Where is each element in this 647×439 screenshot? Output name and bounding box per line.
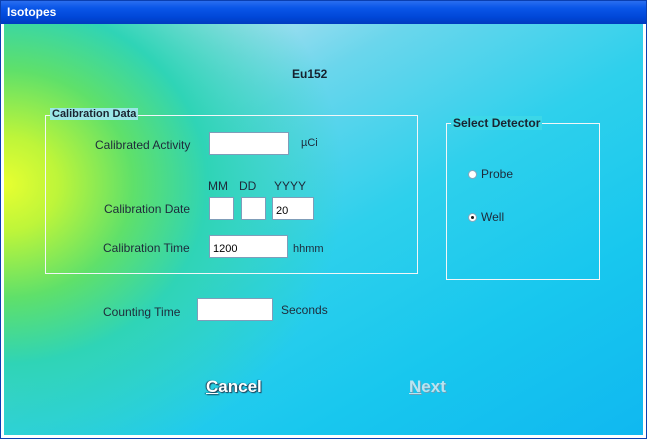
title-bar[interactable]: Isotopes: [1, 1, 646, 24]
probe-radio-circle[interactable]: [468, 170, 477, 179]
calibration-time-label: Calibration Time: [103, 241, 190, 255]
counting-time-unit: Seconds: [281, 303, 328, 317]
well-radio-label[interactable]: Well: [481, 210, 504, 224]
date-header-yyyy: YYYY: [274, 179, 307, 193]
select-detector-caption: Select Detector: [451, 116, 543, 130]
probe-radio-label[interactable]: Probe: [481, 167, 513, 181]
calibrated-activity-input[interactable]: [209, 132, 289, 155]
date-header-mm: MM: [208, 179, 228, 193]
date-header-dd: DD: [239, 179, 257, 193]
calibration-date-label: Calibration Date: [104, 202, 191, 216]
calibrated-activity-label: Calibrated Activity: [95, 138, 191, 152]
cancel-button[interactable]: Cancel: [206, 377, 262, 397]
well-radio-circle[interactable]: [468, 213, 477, 222]
activity-unit: µCi: [301, 137, 318, 149]
window-client-area: Eu152 Calibration Data Calibrated Activi…: [4, 24, 643, 435]
isotopes-window: Isotopes Eu152 Calibration Data Calibrat…: [0, 0, 647, 439]
window-title: Isotopes: [7, 5, 57, 19]
cancel-button-label: ancel: [218, 377, 262, 396]
probe-radio[interactable]: Probe: [468, 167, 528, 183]
calibration-month-input[interactable]: [209, 197, 234, 220]
well-radio-selected-dot: [471, 216, 474, 219]
next-accelerator: N: [409, 377, 422, 396]
select-detector-group: [446, 123, 600, 280]
well-radio[interactable]: Well: [468, 210, 528, 226]
next-button: Next: [409, 377, 446, 397]
calibration-year-input[interactable]: [272, 197, 314, 220]
counting-time-input[interactable]: [197, 298, 273, 321]
next-button-label: ext: [421, 377, 446, 396]
calibration-data-caption: Calibration Data: [50, 108, 139, 120]
calibration-day-input[interactable]: [241, 197, 266, 220]
time-unit: hhmm: [293, 243, 324, 255]
isotope-name: Eu152: [292, 67, 328, 81]
calibration-time-input[interactable]: [209, 235, 288, 258]
counting-time-label: Counting Time: [103, 305, 181, 319]
cancel-accelerator: C: [206, 377, 219, 396]
